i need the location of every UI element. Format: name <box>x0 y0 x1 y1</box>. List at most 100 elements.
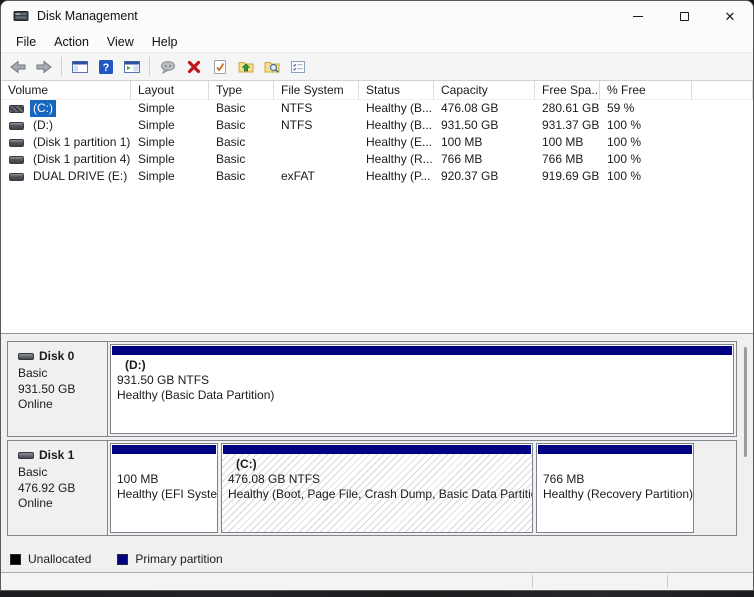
column-header-percent-free[interactable]: % Free <box>600 81 692 100</box>
table-cell-layout[interactable]: Simple <box>131 168 209 185</box>
table-row-volume-cell[interactable]: DUAL DRIVE (E:) <box>1 168 131 185</box>
table-cell-type[interactable]: Basic <box>209 134 274 151</box>
volume-name[interactable]: (Disk 1 partition 4) <box>30 151 131 168</box>
disk-icon <box>18 452 34 459</box>
column-header-status[interactable]: Status <box>359 81 434 100</box>
explore-button[interactable] <box>260 56 283 78</box>
table-row-volume-cell[interactable]: (D:) <box>1 117 131 134</box>
back-button[interactable] <box>6 56 29 78</box>
partition-c[interactable]: (C:) 476.08 GB NTFS Healthy (Boot, Page … <box>221 443 533 533</box>
maximize-icon <box>680 12 689 21</box>
column-header-capacity[interactable]: Capacity <box>434 81 535 100</box>
show-action-pane-button[interactable] <box>120 56 143 78</box>
disk-1-label-cell[interactable]: Disk 1 Basic 476.92 GB Online <box>8 441 108 535</box>
volume-table: Volume Layout Type File System Status Ca… <box>1 81 753 185</box>
forward-button[interactable] <box>32 56 55 78</box>
primary-partition-color-band <box>538 445 692 454</box>
table-cell-layout[interactable]: Simple <box>131 100 209 117</box>
disk-type: Basic <box>18 366 107 382</box>
vertical-scrollbar[interactable] <box>741 337 751 543</box>
table-cell-status[interactable]: Healthy (B... <box>359 100 434 117</box>
rescan-disks-button[interactable] <box>156 56 179 78</box>
console-tree-icon <box>71 58 89 76</box>
table-row-volume-cell[interactable]: (Disk 1 partition 1) <box>1 134 131 151</box>
primary-partition-color-band <box>112 445 216 454</box>
table-cell-type[interactable]: Basic <box>209 117 274 134</box>
table-cell-capacity[interactable]: 766 MB <box>434 151 535 168</box>
table-cell-status[interactable]: Healthy (B... <box>359 117 434 134</box>
minimize-button[interactable] <box>615 1 661 31</box>
volume-name[interactable]: (C:) <box>30 100 56 117</box>
table-cell-free-space[interactable]: 100 MB <box>535 134 600 151</box>
table-cell-free-space[interactable]: 280.61 GB <box>535 100 600 117</box>
partition-recovery[interactable]: 766 MB Healthy (Recovery Partition) <box>536 443 694 533</box>
table-cell-percent-free[interactable]: 100 % <box>600 117 692 134</box>
help-icon: ? <box>97 58 115 76</box>
table-cell-free-space[interactable]: 766 MB <box>535 151 600 168</box>
unallocated-swatch <box>10 554 21 565</box>
disk-management-window: Disk Management ✕ File Action View Help <box>0 0 754 591</box>
table-cell-capacity[interactable]: 476.08 GB <box>434 100 535 117</box>
partition-name: (C:) <box>228 457 526 472</box>
menu-action[interactable]: Action <box>45 33 98 51</box>
table-cell-file-system[interactable]: NTFS <box>274 100 359 117</box>
disk-status: Online <box>18 496 107 512</box>
table-cell-percent-free[interactable]: 100 % <box>600 134 692 151</box>
window-controls: ✕ <box>615 1 753 31</box>
table-cell-status[interactable]: Healthy (P... <box>359 168 434 185</box>
column-header-volume[interactable]: Volume <box>1 81 131 100</box>
volume-name[interactable]: (D:) <box>30 117 56 134</box>
table-cell-file-system[interactable]: exFAT <box>274 168 359 185</box>
table-cell-file-system[interactable] <box>274 134 359 151</box>
table-cell-file-system[interactable]: NTFS <box>274 117 359 134</box>
table-row-volume-cell[interactable]: (C:) <box>1 100 131 117</box>
volume-name[interactable]: DUAL DRIVE (E:) <box>30 168 130 185</box>
delete-volume-button[interactable] <box>182 56 205 78</box>
change-drive-letter-button[interactable] <box>234 56 257 78</box>
table-cell-percent-free[interactable]: 100 % <box>600 151 692 168</box>
table-cell-layout[interactable]: Simple <box>131 117 209 134</box>
partition-d[interactable]: (D:) 931.50 GB NTFS Healthy (Basic Data … <box>110 344 734 434</box>
disk-row-0: Disk 0 Basic 931.50 GB Online (D:) 931.5… <box>7 341 737 437</box>
disk-0-label-cell[interactable]: Disk 0 Basic 931.50 GB Online <box>8 342 108 436</box>
taskbar-strip <box>0 591 754 597</box>
disk-name: Disk 1 <box>39 448 74 462</box>
minimize-icon <box>633 16 643 17</box>
table-cell-status[interactable]: Healthy (R... <box>359 151 434 168</box>
table-cell-type[interactable]: Basic <box>209 151 274 168</box>
volume-icon <box>9 122 24 130</box>
menu-file[interactable]: File <box>7 33 45 51</box>
volume-name[interactable]: (Disk 1 partition 1) <box>30 134 131 151</box>
properties-button[interactable] <box>286 56 309 78</box>
table-cell-percent-free[interactable]: 100 % <box>600 168 692 185</box>
primary-partition-color-band <box>112 346 732 355</box>
menu-help[interactable]: Help <box>143 33 187 51</box>
column-header-layout[interactable]: Layout <box>131 81 209 100</box>
table-cell-status[interactable]: Healthy (E... <box>359 134 434 151</box>
table-cell-layout[interactable]: Simple <box>131 134 209 151</box>
scrollbar-thumb[interactable] <box>744 347 747 457</box>
mark-partition-button[interactable] <box>208 56 231 78</box>
forward-icon <box>35 58 53 76</box>
close-button[interactable]: ✕ <box>707 1 753 31</box>
help-button[interactable]: ? <box>94 56 117 78</box>
table-cell-type[interactable]: Basic <box>209 168 274 185</box>
table-cell-percent-free[interactable]: 59 % <box>600 100 692 117</box>
column-header-type[interactable]: Type <box>209 81 274 100</box>
table-cell-capacity[interactable]: 931.50 GB <box>434 117 535 134</box>
column-header-free-space[interactable]: Free Spa... <box>535 81 600 100</box>
column-header-file-system[interactable]: File System <box>274 81 359 100</box>
table-cell-capacity[interactable]: 100 MB <box>434 134 535 151</box>
table-row-volume-cell[interactable]: (Disk 1 partition 4) <box>1 151 131 168</box>
partition-efi[interactable]: 100 MB Healthy (EFI Syster <box>110 443 218 533</box>
menu-view[interactable]: View <box>98 33 143 51</box>
maximize-button[interactable] <box>661 1 707 31</box>
table-cell-capacity[interactable]: 920.37 GB <box>434 168 535 185</box>
table-cell-type[interactable]: Basic <box>209 100 274 117</box>
show-console-tree-button[interactable] <box>68 56 91 78</box>
volume-list-pane: Volume Layout Type File System Status Ca… <box>1 81 753 333</box>
table-cell-free-space[interactable]: 919.69 GB <box>535 168 600 185</box>
table-cell-free-space[interactable]: 931.37 GB <box>535 117 600 134</box>
table-cell-layout[interactable]: Simple <box>131 151 209 168</box>
table-cell-file-system[interactable] <box>274 151 359 168</box>
